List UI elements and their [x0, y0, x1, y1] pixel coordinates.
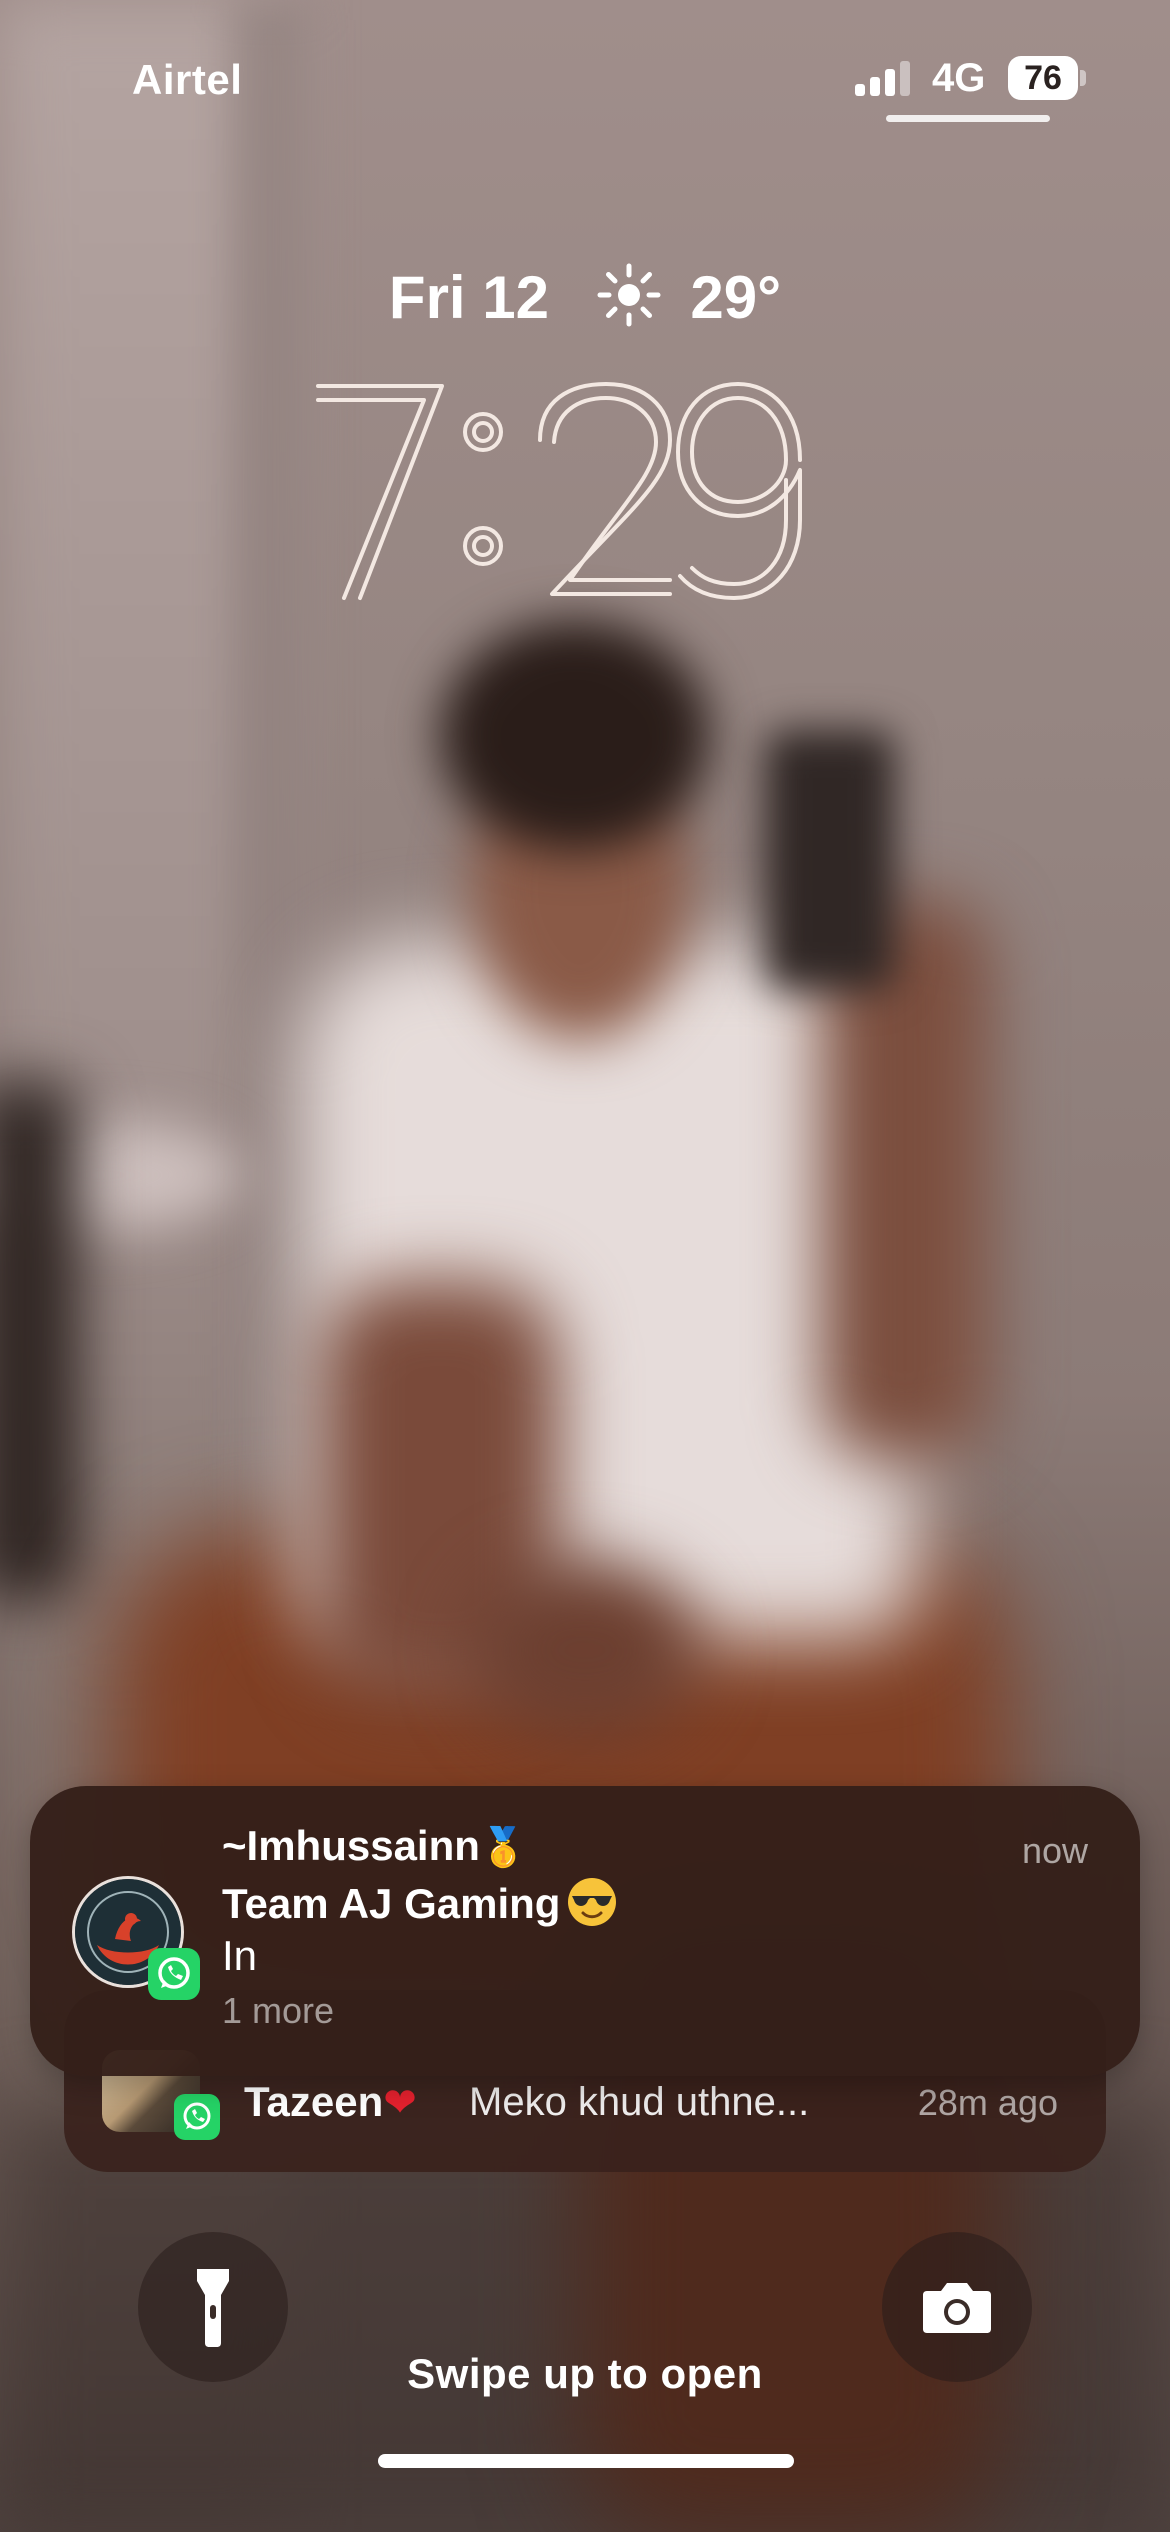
temperature: 29°	[690, 264, 782, 331]
battery-icon: 76	[1008, 56, 1086, 100]
status-bar: Airtel 4G 76	[0, 0, 1170, 140]
notification-message: In	[222, 1932, 258, 1979]
heart-emoji: ❤	[383, 2080, 417, 2126]
lock-date: Fri 12	[388, 264, 549, 331]
home-indicator[interactable]	[378, 2454, 794, 2468]
notification-time: now	[1021, 1830, 1088, 1871]
notification-message: Meko khud uthne...	[469, 2080, 810, 2124]
sun-icon	[597, 263, 661, 327]
notification-sender: ~Imhussainn🥇	[222, 1822, 528, 1869]
whatsapp-icon	[148, 1948, 200, 2000]
cellular-signal-icon	[855, 60, 915, 96]
carrier-name: Airtel	[132, 56, 243, 103]
notification-more-count: 1 more	[222, 1990, 335, 2031]
notification-whatsapp-group[interactable]: ~Imhussainn🥇 Team AJ Gaming In 1 more no…	[30, 1786, 1140, 2076]
whatsapp-icon	[174, 2094, 220, 2140]
notification-time: 28m ago	[917, 2082, 1058, 2123]
camera-icon	[923, 2283, 991, 2333]
date-weather-widget[interactable]: Fri 12 29°	[0, 262, 1170, 332]
medal-emoji: 🥇	[479, 1825, 528, 1869]
sunglasses-emoji-icon	[568, 1878, 617, 1926]
battery-level: 76	[1008, 56, 1078, 100]
swipe-up-hint: Swipe up to open	[407, 2350, 763, 2397]
notification-sender: Tazeen❤	[244, 2078, 417, 2126]
flashlight-icon	[197, 2269, 229, 2347]
notification-group-name: Team AJ Gaming	[222, 1876, 618, 1928]
lock-clock[interactable]: 7 29	[300, 370, 880, 610]
network-type: 4G	[932, 56, 986, 100]
control-center-grabber[interactable]	[886, 115, 1050, 122]
